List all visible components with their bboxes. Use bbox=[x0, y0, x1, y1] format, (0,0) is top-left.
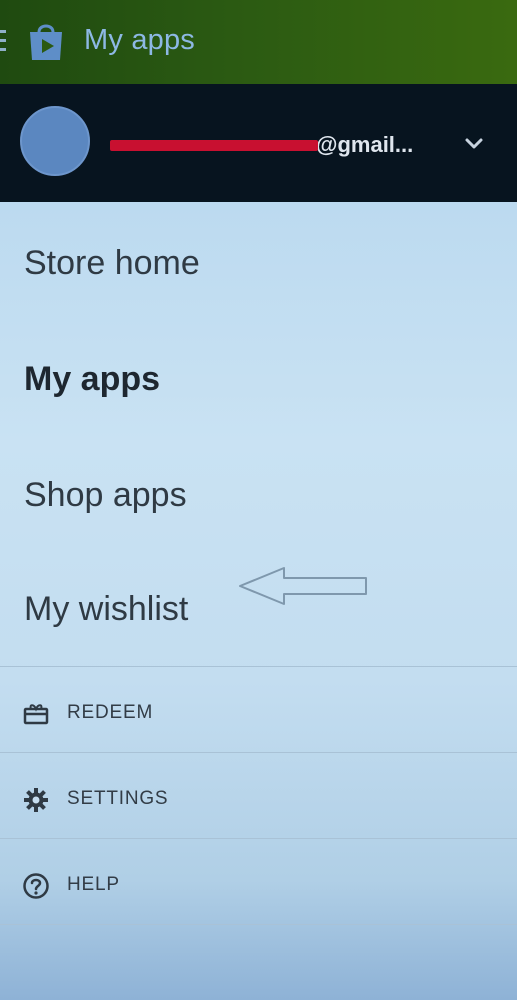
settings-label: SETTINGS bbox=[67, 788, 169, 809]
navigation-drawer: Store home My apps Shop apps My wishlist… bbox=[0, 202, 517, 1000]
nav-item-label: My wishlist bbox=[24, 590, 189, 628]
divider bbox=[0, 666, 517, 667]
settings-button[interactable]: SETTINGS bbox=[0, 756, 517, 842]
redeem-label: REDEEM bbox=[67, 702, 154, 723]
redeem-button[interactable]: REDEEM bbox=[0, 670, 517, 756]
play-store-icon bbox=[30, 24, 62, 60]
nav-item-shop-apps[interactable]: Shop apps bbox=[0, 440, 517, 540]
nav-item-label: My apps bbox=[24, 360, 161, 398]
hamburger-icon[interactable] bbox=[0, 30, 8, 54]
gear-icon bbox=[24, 788, 48, 812]
help-label: HELP bbox=[67, 874, 120, 895]
gift-card-icon bbox=[23, 704, 49, 725]
help-button[interactable]: HELP bbox=[0, 842, 517, 928]
avatar[interactable] bbox=[20, 106, 90, 176]
arrow-left-icon bbox=[239, 567, 367, 605]
page-title: My apps bbox=[84, 24, 195, 56]
nav-item-my-apps[interactable]: My apps bbox=[0, 324, 517, 424]
divider bbox=[0, 924, 517, 925]
redaction-mark bbox=[110, 140, 318, 151]
nav-item-label: Shop apps bbox=[24, 476, 187, 514]
app-bar: My apps bbox=[0, 0, 517, 84]
divider bbox=[0, 752, 517, 753]
nav-item-label: Store home bbox=[24, 244, 200, 282]
help-icon bbox=[23, 873, 49, 899]
divider bbox=[0, 838, 517, 839]
account-header[interactable]: @gmail... bbox=[0, 84, 517, 202]
nav-item-store-home[interactable]: Store home bbox=[0, 208, 517, 308]
chevron-down-icon[interactable] bbox=[462, 134, 486, 154]
